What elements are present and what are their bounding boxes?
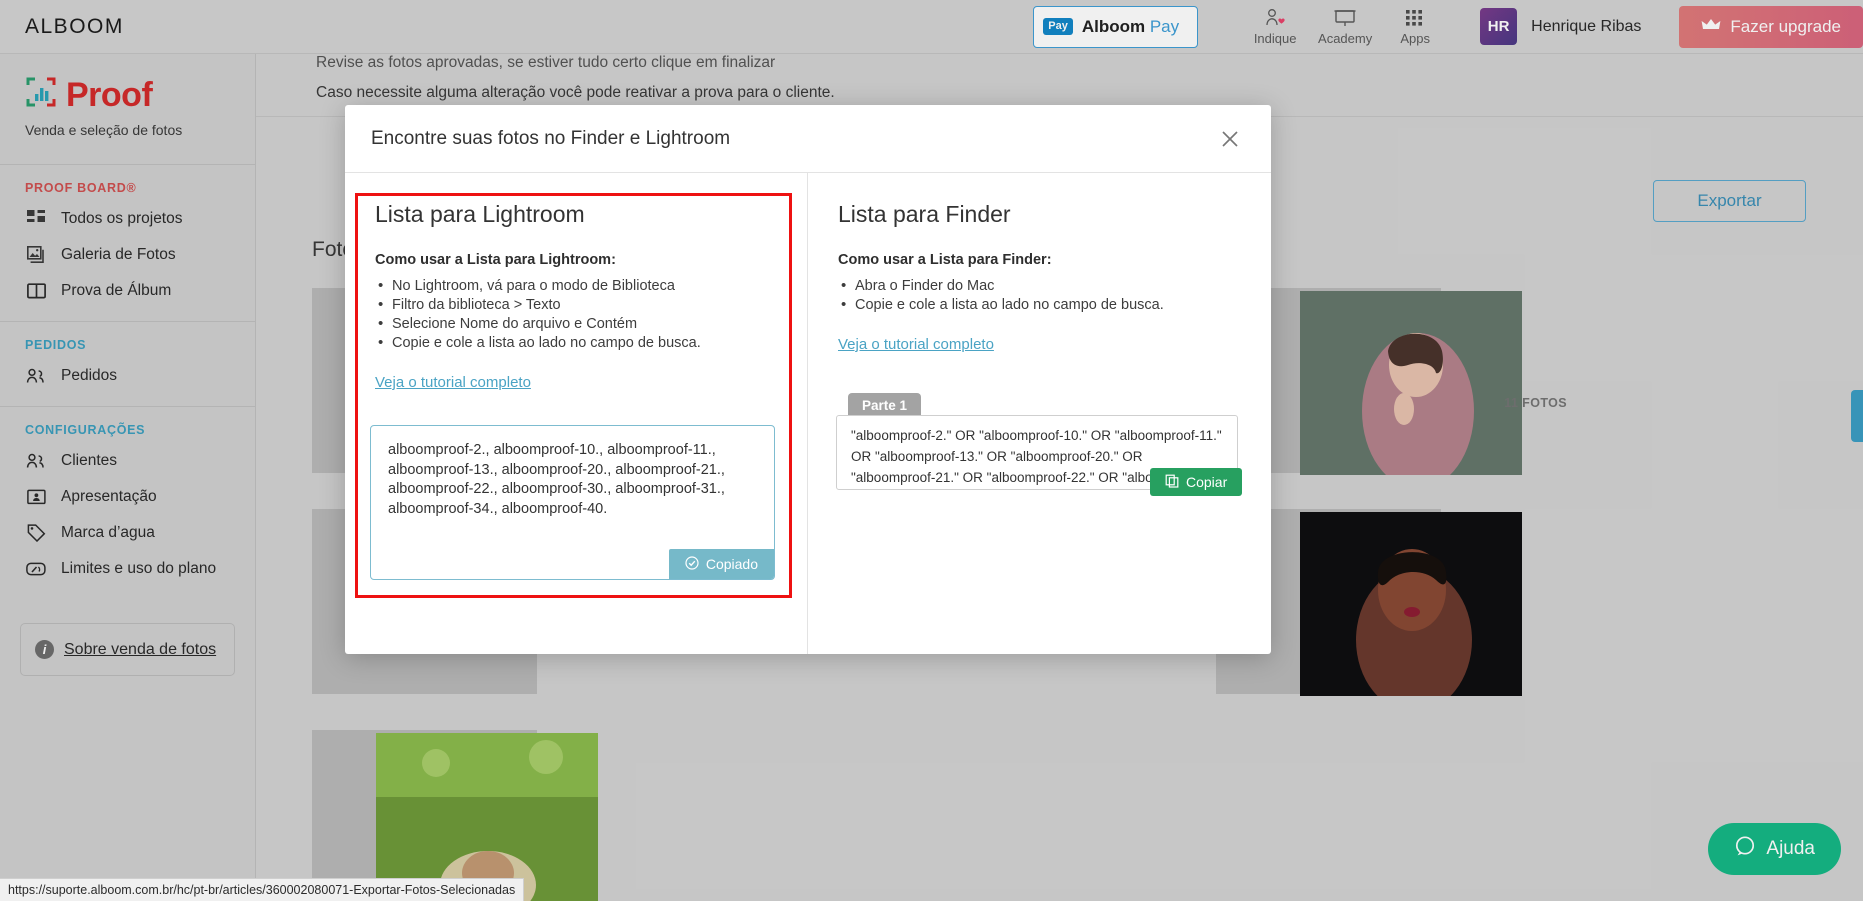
list-item: Abra o Finder do Mac <box>838 276 1241 296</box>
list-item: No Lightroom, vá para o modo de Bibliote… <box>375 276 777 296</box>
lightroom-list-textarea[interactable]: alboomproof-2., alboomproof-10., alboomp… <box>370 425 775 580</box>
finder-tutorial-link[interactable]: Veja o tutorial completo <box>838 336 994 353</box>
status-bar-url: https://suporte.alboom.com.br/hc/pt-br/a… <box>0 878 525 901</box>
modal-header: Encontre suas fotos no Finder e Lightroo… <box>345 105 1271 173</box>
lightroom-tutorial-link[interactable]: Veja o tutorial completo <box>375 374 531 391</box>
modal-body: Lista para Lightroom Como usar a Lista p… <box>345 173 1271 654</box>
finder-copy-label: Copiar <box>1186 474 1228 490</box>
finder-photo-count: 11 FOTOS <box>1504 396 1567 410</box>
finder-steps: Abra o Finder do Mac Copie e cole a list… <box>838 276 1241 315</box>
lightroom-copied-label: Copiado <box>705 556 758 572</box>
finder-copy-button[interactable]: Copiar <box>1150 468 1243 496</box>
lightroom-copied-button[interactable]: Copiado <box>668 549 774 579</box>
list-item: Selecione Nome do arquivo e Contém <box>375 314 777 334</box>
finder-title: Lista para Finder <box>838 201 1011 227</box>
copy-icon <box>1165 474 1179 491</box>
lightroom-how-title: Como usar a Lista para Lightroom: <box>375 252 616 268</box>
lightroom-column: Lista para Lightroom Como usar a Lista p… <box>345 173 808 654</box>
lightroom-title: Lista para Lightroom <box>375 201 585 227</box>
app-root: ALBOOM Pay Alboom Pay Indique Academy Ap… <box>0 0 1863 901</box>
list-item: Filtro da biblioteca > Texto <box>375 295 777 315</box>
check-circle-icon <box>685 555 699 573</box>
modal-title: Encontre suas fotos no Finder e Lightroo… <box>371 127 731 149</box>
lightroom-list-value: alboomproof-2., alboomproof-10., alboomp… <box>388 442 725 517</box>
finder-how-title: Como usar a Lista para Finder: <box>838 252 1052 268</box>
list-item: Copie e cole a lista ao lado no campo de… <box>375 333 777 353</box>
lightroom-steps: No Lightroom, vá para o modo de Bibliote… <box>375 276 777 353</box>
list-item: Copie e cole a lista ao lado no campo de… <box>838 295 1241 315</box>
close-icon[interactable] <box>1215 124 1245 154</box>
